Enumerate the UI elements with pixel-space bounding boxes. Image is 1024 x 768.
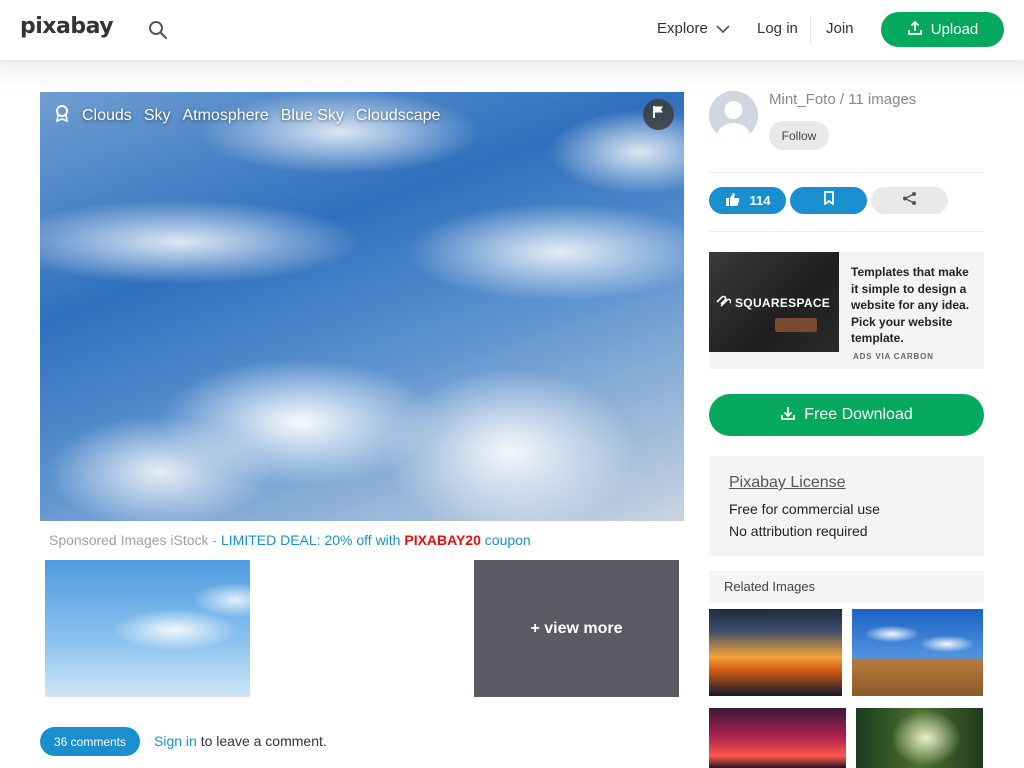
like-count: 114 [749,193,771,208]
related-image[interactable] [709,609,842,696]
related-image[interactable] [709,708,846,768]
main-photo[interactable] [40,92,684,521]
free-download-button[interactable]: Free Download [709,394,984,436]
divider [709,231,984,232]
avatar[interactable] [709,91,758,140]
signin-link[interactable]: Sign in [154,733,197,749]
report-button[interactable] [643,99,674,130]
license-link[interactable]: Pixabay License [729,474,846,492]
author-name[interactable]: Mint_Foto / 11 images [769,91,916,108]
flag-icon [652,105,666,124]
upload-label: Upload [930,21,979,38]
top-header: pixabay Explore Log in Join Upload [0,0,1024,60]
signin-prompt: Sign in to leave a comment. [154,733,327,749]
related-image[interactable] [852,609,983,696]
tag-link[interactable]: Clouds [82,107,132,125]
tag-link[interactable]: Blue Sky [281,107,344,125]
share-icon [902,191,917,211]
download-label: Free Download [804,406,913,423]
tag-link[interactable]: Cloudscape [356,107,441,125]
explore-menu[interactable]: Explore [657,20,730,38]
explore-label: Explore [657,20,708,37]
sponsored-prefix: Sponsored Images iStock - [49,532,221,548]
upload-button[interactable]: Upload [881,12,1004,47]
pixabay-logo[interactable]: pixabay [20,14,114,39]
signin-text: to leave a comment. [196,733,327,749]
sponsored-line: Sponsored Images iStock - LIMITED DEAL: … [49,532,531,548]
award-icon [54,104,70,127]
comments-button[interactable]: 36 comments [40,727,140,756]
subheader-bar [0,60,1024,92]
tag-link[interactable]: Atmosphere [182,107,268,125]
coupon-code: PIXABAY20 [404,532,481,548]
tag-link[interactable]: Sky [144,107,171,125]
search-icon[interactable] [148,20,168,40]
deal-text: LIMITED DEAL: 20% off with [220,532,405,548]
login-link[interactable]: Log in [757,20,798,37]
license-line-attribution: No attribution required [729,523,868,539]
ad-brand: SQUARESPACE [715,294,830,311]
download-icon [780,405,796,426]
upload-icon [907,20,923,40]
nav-divider [810,16,811,44]
share-button[interactable] [871,187,948,214]
related-image[interactable] [856,708,983,768]
ad-image[interactable]: SQUARESPACE [709,252,839,352]
ad-brand-label: SQUARESPACE [735,295,831,310]
bookmark-icon [823,191,835,210]
deal-suffix: coupon [480,532,531,548]
tag-list: Clouds Sky Atmosphere Blue Sky Cloudscap… [54,104,440,127]
related-title: Related Images [724,579,816,594]
ad-text[interactable]: Templates that make it simple to design … [851,264,976,347]
like-button[interactable]: 114 [709,187,786,214]
deal-link[interactable]: LIMITED DEAL: 20% off with PIXABAY20 cou… [221,532,531,548]
thumbs-up-icon [725,192,740,210]
squarespace-logo-icon [715,294,732,311]
follow-button[interactable]: Follow [769,121,829,150]
sponsored-image[interactable] [45,560,250,697]
ad-via-label[interactable]: ADS VIA CARBON [853,352,934,361]
divider [709,172,984,173]
bookmark-button[interactable] [790,187,867,214]
chevron-down-icon [716,21,730,38]
ad-product-shape [775,318,817,332]
license-line-commercial: Free for commercial use [729,501,880,517]
join-link[interactable]: Join [826,20,854,37]
view-more-button[interactable]: + view more [474,560,679,697]
